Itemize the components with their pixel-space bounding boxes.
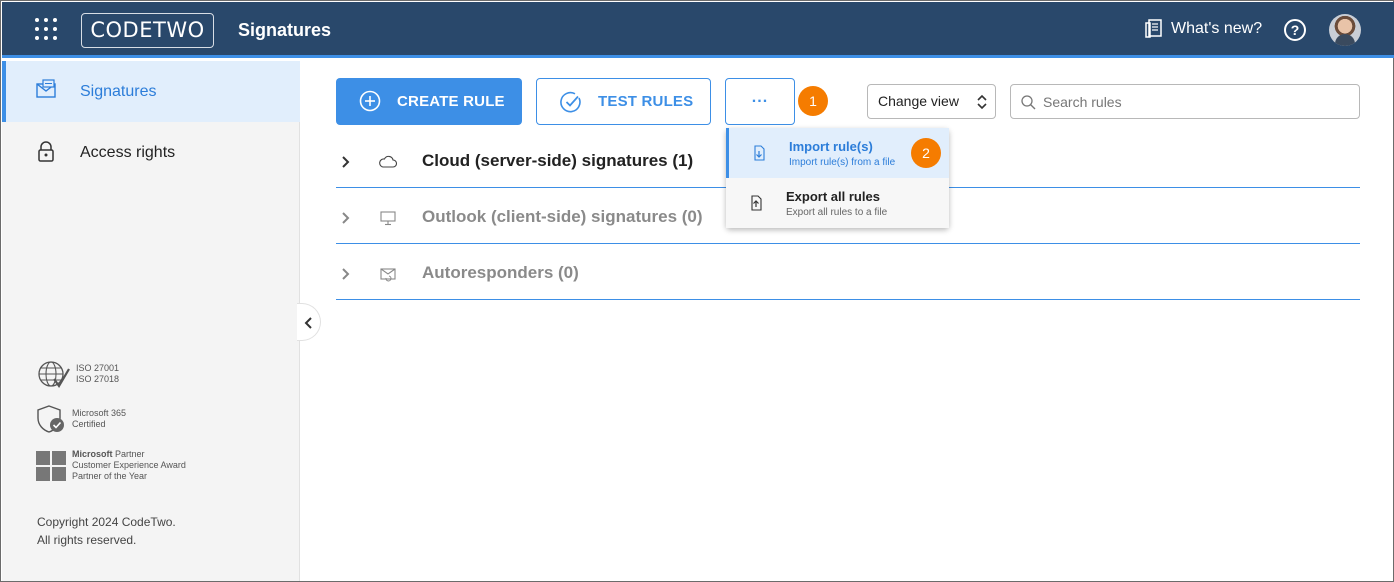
autoresponder-icon (380, 268, 396, 282)
group-label: Cloud (server-side) signatures (1) (422, 151, 694, 170)
sidebar-item-signatures[interactable]: Signatures (2, 61, 300, 122)
export-file-icon (751, 195, 762, 211)
cert-text: Partner of the Year (72, 471, 148, 481)
whats-new-label: What's new? (1171, 20, 1263, 37)
test-rules-button[interactable]: TEST RULES (536, 78, 711, 125)
app-launcher-icon[interactable] (35, 18, 57, 40)
menu-item-title: Import rule(s) (789, 139, 873, 154)
microsoft-logo-icon (36, 450, 66, 481)
globe-check-icon (38, 361, 70, 389)
codetwo-logo[interactable]: CODETWO (81, 13, 214, 48)
iso-cert-badge: ISO 27001 ISO 27018 (36, 359, 119, 389)
cert-text: Customer Experience Award (72, 460, 186, 470)
copyright-line: All rights reserved. (37, 533, 137, 547)
news-icon (1145, 19, 1162, 38)
menu-item-subtitle: Import rule(s) from a file (789, 157, 896, 168)
avatar[interactable] (1329, 14, 1361, 46)
plus-circle-icon (359, 90, 381, 112)
sort-arrows-icon (977, 94, 987, 110)
cert-text: ISO 27018 (76, 374, 120, 384)
callout-badge: 2 (911, 138, 941, 168)
m365-cert-badge: Microsoft 365 Certified (36, 404, 126, 434)
menu-item-export-rules[interactable]: Export all rules Export all rules to a f… (726, 178, 949, 228)
copyright: Copyright 2024 CodeTwo. All rights reser… (37, 513, 176, 549)
test-rules-label: TEST RULES (598, 93, 694, 110)
group-label: Autoresponders (0) (422, 263, 579, 282)
group-label: Outlook (client-side) signatures (0) (422, 207, 703, 226)
lock-icon (38, 141, 54, 162)
sidebar-item-access-rights[interactable]: Access rights (2, 122, 300, 183)
shield-check-icon (37, 405, 64, 433)
monitor-icon (380, 211, 396, 226)
cert-text: Partner (112, 449, 145, 459)
change-view-label: Change view (878, 93, 959, 109)
chevron-right-icon[interactable] (341, 156, 351, 168)
signature-mail-icon (36, 79, 56, 98)
sidebar-item-label: Signatures (80, 82, 157, 100)
check-circle-icon (560, 91, 581, 113)
whats-new-button[interactable]: What's new? (1145, 19, 1262, 39)
create-rule-button[interactable]: CREATE RULE (336, 78, 522, 125)
cert-text: Certified (72, 419, 106, 429)
cert-text: Microsoft 365 (72, 408, 127, 418)
microsoft-partner-badge: Microsoft Partner Customer Experience Aw… (36, 449, 186, 482)
create-rule-label: CREATE RULE (397, 93, 505, 110)
import-file-icon (754, 145, 765, 161)
chevron-right-icon[interactable] (341, 268, 351, 280)
top-bar: CODETWO Signatures What's new? ? (2, 2, 1394, 58)
cert-text: ISO 27001 (76, 363, 120, 373)
sidebar-item-label: Access rights (80, 143, 176, 161)
more-options-button[interactable]: ··· (725, 78, 795, 125)
help-icon[interactable]: ? (1284, 19, 1306, 41)
cloud-icon (379, 155, 397, 168)
menu-item-title: Export all rules (786, 189, 880, 204)
chevron-left-icon (304, 317, 312, 329)
cert-text: Microsoft (72, 449, 113, 459)
callout-badge: 1 (798, 86, 828, 116)
copyright-line: Copyright 2024 CodeTwo. (37, 515, 176, 529)
app-title: Signatures (238, 20, 332, 40)
chevron-right-icon[interactable] (341, 212, 351, 224)
search-box[interactable] (1010, 84, 1360, 119)
collapse-sidebar-button[interactable] (297, 303, 321, 341)
search-input[interactable] (1043, 91, 1343, 113)
menu-item-subtitle: Export all rules to a file (786, 207, 888, 218)
sidebar: Signatures Access rights ISO 27001 ISO 27… (2, 61, 300, 581)
group-row-autoresponders[interactable]: Autoresponders (0) (336, 244, 1360, 300)
change-view-select[interactable]: Change view (867, 84, 996, 119)
search-icon (1021, 95, 1036, 110)
